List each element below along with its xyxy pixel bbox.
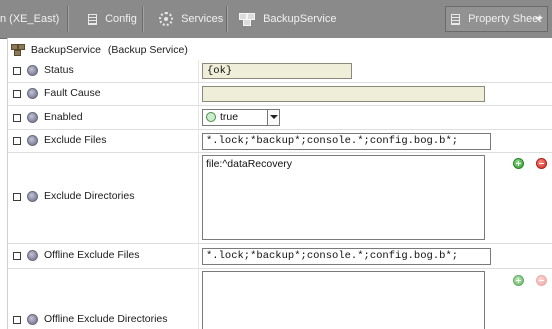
slot-icon <box>27 112 38 123</box>
column-divider <box>198 60 199 82</box>
sheet-header[interactable]: BackupService (Backup Service) <box>11 42 188 58</box>
property-label: Exclude Directories <box>44 190 135 202</box>
nav-divider <box>142 6 143 32</box>
property-row-exclude-directories: Exclude Directories file:^dataRecovery <box>8 153 552 244</box>
chevron-down-icon <box>535 17 543 21</box>
sheet-header-type: (Backup Service) <box>107 44 188 56</box>
exclude-files-input[interactable]: *.lock;*backup*;console.*;config.bog.b*; <box>202 133 491 150</box>
property-row-offline-exclude-files: Offline Exclude Files *.lock;*backup*;co… <box>8 244 552 269</box>
offline-exclude-files-input[interactable]: *.lock;*backup*;console.*;config.bog.b*; <box>202 248 491 265</box>
property-label: Status <box>44 64 74 76</box>
property-row-fault-cause: Fault Cause <box>8 83 552 106</box>
property-label: Exclude Files <box>44 134 107 146</box>
slot-icon <box>27 314 38 325</box>
view-selector-label: Property Sheet <box>468 13 542 25</box>
slot-icon <box>27 250 38 261</box>
offline-exclude-directories-list[interactable] <box>202 271 485 329</box>
nav-item-backupservice-label: BackupService <box>263 13 337 25</box>
remove-icon[interactable] <box>536 275 547 286</box>
sheet-header-name: BackupService <box>30 44 101 56</box>
nav-item-config-label: Config <box>105 13 137 25</box>
service-icon <box>239 12 255 26</box>
nav-item-backupservice[interactable]: BackupService <box>239 0 336 38</box>
nav-item-services[interactable]: Services <box>159 0 223 38</box>
nav-item-services-label: Services <box>181 13 224 25</box>
column-divider <box>198 83 199 105</box>
property-row-enabled: Enabled true <box>8 106 552 130</box>
property-label: Offline Exclude Files <box>44 249 140 261</box>
nav-divider <box>67 6 68 32</box>
status-dot-icon <box>206 112 216 123</box>
nav-item-config[interactable]: Config <box>88 0 137 38</box>
add-icon[interactable] <box>513 158 524 169</box>
enabled-value: true <box>220 111 239 123</box>
exclude-directories-list[interactable]: file:^dataRecovery <box>202 155 485 240</box>
property-label: Enabled <box>44 111 83 123</box>
column-divider <box>198 130 199 152</box>
property-sheet: BackupService (Backup Service) Status {o… <box>7 38 552 329</box>
slot-icon <box>27 191 38 202</box>
fault-cause-field <box>202 86 485 102</box>
add-icon[interactable] <box>513 275 524 286</box>
slot-icon <box>27 135 38 146</box>
service-icon <box>11 44 25 57</box>
column-divider <box>198 153 199 243</box>
status-field: {ok} <box>202 63 352 79</box>
column-divider <box>198 244 199 268</box>
expand-box[interactable] <box>13 193 21 201</box>
nav-divider <box>226 6 227 32</box>
document-icon <box>451 13 460 25</box>
document-icon <box>88 13 97 25</box>
property-row-offline-exclude-directories: Offline Exclude Directories <box>8 269 552 329</box>
slot-icon <box>27 65 38 76</box>
gear-icon <box>159 12 173 27</box>
expand-box[interactable] <box>13 67 21 75</box>
expand-box[interactable] <box>13 316 21 324</box>
chevron-down-icon[interactable] <box>267 110 279 125</box>
nav-item-station-label: n (XE_East) <box>0 13 60 25</box>
property-row-exclude-files: Exclude Files *.lock;*backup*;console.*;… <box>8 130 552 153</box>
expand-box[interactable] <box>13 114 21 122</box>
view-selector-dropdown[interactable]: Property Sheet <box>445 6 548 32</box>
property-label: Fault Cause <box>44 87 101 99</box>
column-divider <box>198 106 199 129</box>
page: n (XE_East) Config Services BackupServic… <box>0 0 552 329</box>
column-divider <box>198 269 199 329</box>
slot-icon <box>27 88 38 99</box>
expand-box[interactable] <box>13 137 21 145</box>
remove-icon[interactable] <box>536 158 547 169</box>
expand-box[interactable] <box>13 252 21 260</box>
nav-item-station[interactable]: n (XE_East) <box>0 0 59 38</box>
property-label: Offline Exclude Directories <box>44 313 168 325</box>
nav-bar: n (XE_East) Config Services BackupServic… <box>0 0 552 39</box>
property-row-status: Status {ok} <box>8 60 552 83</box>
expand-box[interactable] <box>13 90 21 98</box>
enabled-dropdown[interactable]: true <box>202 109 280 126</box>
